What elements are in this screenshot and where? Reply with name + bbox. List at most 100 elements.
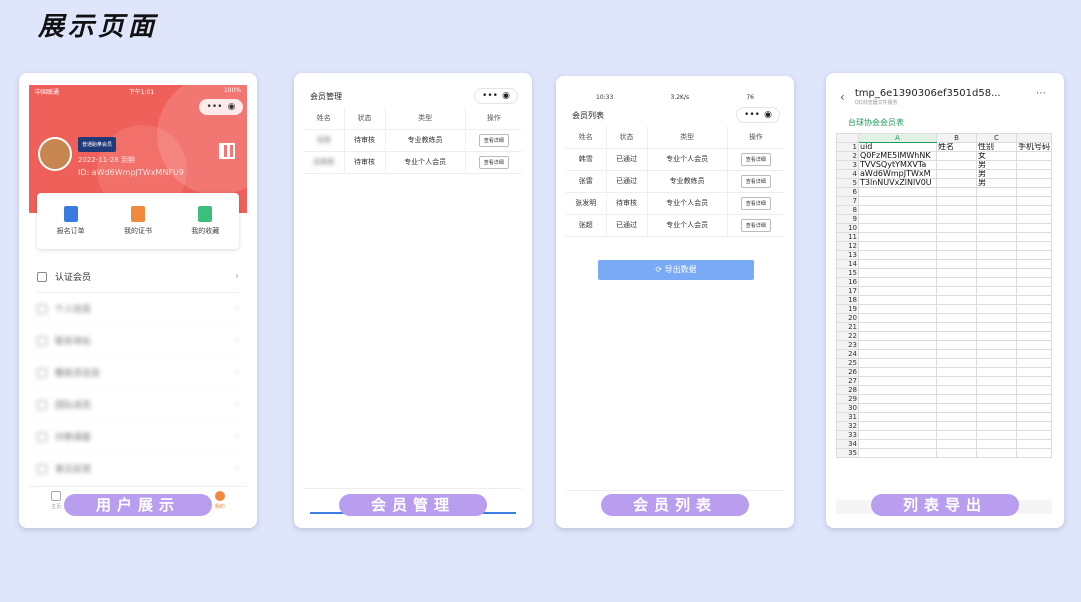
sheet-cell[interactable] xyxy=(858,250,937,260)
sheet-cell[interactable] xyxy=(976,304,1017,314)
sheet-cell[interactable] xyxy=(936,394,977,404)
sheet-cell[interactable] xyxy=(936,259,977,269)
row-number[interactable]: 32 xyxy=(836,421,859,431)
sheet-cell[interactable] xyxy=(976,394,1017,404)
sheet-cell[interactable] xyxy=(976,403,1017,413)
sheet-cell[interactable]: 女 xyxy=(976,151,1017,161)
close-circle-icon[interactable]: ◉ xyxy=(764,110,772,120)
sheet-cell[interactable] xyxy=(936,421,977,431)
row-number[interactable]: 31 xyxy=(836,412,859,422)
favorites-button[interactable]: 我的收藏 xyxy=(191,206,219,236)
sheet-cell[interactable] xyxy=(1016,322,1052,332)
sheet-cell[interactable] xyxy=(936,160,977,170)
sheet-cell[interactable] xyxy=(1016,277,1052,287)
avatar[interactable] xyxy=(38,137,72,171)
row-number[interactable]: 21 xyxy=(836,322,859,332)
sheet-cell[interactable] xyxy=(976,223,1017,233)
row-number[interactable]: 19 xyxy=(836,304,859,314)
sheet-cell[interactable] xyxy=(936,232,977,242)
sheet-cell[interactable] xyxy=(936,439,977,449)
sheet-cell[interactable] xyxy=(1016,205,1052,215)
sheet-cell[interactable] xyxy=(936,448,977,458)
sheet-cell[interactable] xyxy=(1016,412,1052,422)
sheet-cell[interactable] xyxy=(1016,241,1052,251)
row-number[interactable]: 11 xyxy=(836,232,859,242)
row-number[interactable]: 17 xyxy=(836,286,859,296)
row-number[interactable]: 25 xyxy=(836,358,859,368)
sheet-cell[interactable] xyxy=(976,250,1017,260)
orders-button[interactable]: 报名订单 xyxy=(57,206,85,236)
sheet-cell[interactable] xyxy=(1016,403,1052,413)
row-number[interactable]: 26 xyxy=(836,367,859,377)
sheet-cell[interactable] xyxy=(1016,223,1052,233)
sheet-cell[interactable] xyxy=(936,412,977,422)
sheet-cell[interactable] xyxy=(1016,439,1052,449)
more-icon[interactable]: ••• xyxy=(482,91,498,101)
sheet-cell[interactable] xyxy=(976,439,1017,449)
list-item-certified-member[interactable]: 认证会员 › xyxy=(37,261,239,293)
sheet-cell[interactable] xyxy=(858,394,937,404)
sheet-cell[interactable] xyxy=(1016,250,1052,260)
sheet-cell[interactable] xyxy=(936,214,977,224)
sheet-cell[interactable] xyxy=(1016,232,1052,242)
row-number[interactable]: 30 xyxy=(836,403,859,413)
sheet-cell[interactable] xyxy=(858,340,937,350)
sheet-cell[interactable] xyxy=(858,448,937,458)
sheet-cell[interactable] xyxy=(976,376,1017,386)
sheet-cell[interactable] xyxy=(1016,268,1052,278)
sheet-cell[interactable] xyxy=(858,331,937,341)
sheet-cell[interactable] xyxy=(1016,349,1052,359)
sheet-cell[interactable] xyxy=(976,241,1017,251)
sheet-cell[interactable] xyxy=(936,295,977,305)
sheet-cell[interactable] xyxy=(1016,313,1052,323)
sheet-cell[interactable] xyxy=(858,241,937,251)
row-number[interactable]: 1 xyxy=(836,142,859,152)
row-number[interactable]: 18 xyxy=(836,295,859,305)
sheet-cell[interactable] xyxy=(976,331,1017,341)
row-number[interactable]: 15 xyxy=(836,268,859,278)
list-item[interactable]: 个人信息 › xyxy=(37,293,239,325)
sheet-cell[interactable] xyxy=(936,223,977,233)
sheet-cell[interactable] xyxy=(936,313,977,323)
close-circle-icon[interactable]: ◉ xyxy=(228,102,236,112)
sheet-cell[interactable] xyxy=(936,169,977,179)
sheet-cell[interactable] xyxy=(976,448,1017,458)
list-item[interactable]: 意见反馈 › xyxy=(37,453,239,485)
sheet-cell[interactable]: uid xyxy=(858,142,937,152)
sheet-cell[interactable] xyxy=(1016,259,1052,269)
sheet-cell[interactable] xyxy=(1016,295,1052,305)
sheet-cell[interactable] xyxy=(858,304,937,314)
sheet-cell[interactable] xyxy=(858,412,937,422)
sheet-cell[interactable] xyxy=(858,259,937,269)
view-details-button[interactable]: 查看详细 xyxy=(740,196,771,210)
sheet-cell[interactable] xyxy=(1016,160,1052,170)
sheet-cell[interactable] xyxy=(858,286,937,296)
sheet-cell[interactable] xyxy=(976,205,1017,215)
close-circle-icon[interactable]: ◉ xyxy=(502,91,510,101)
row-number[interactable]: 27 xyxy=(836,376,859,386)
sheet-cell[interactable] xyxy=(858,268,937,278)
sheet-cell[interactable] xyxy=(936,286,977,296)
sheet-cell[interactable] xyxy=(936,241,977,251)
row-number[interactable]: 7 xyxy=(836,196,859,206)
sheet-cell[interactable] xyxy=(936,403,977,413)
sheet-cell[interactable] xyxy=(976,268,1017,278)
sheet-cell[interactable] xyxy=(976,214,1017,224)
sheet-cell[interactable] xyxy=(976,349,1017,359)
export-data-button[interactable]: ⟳ 导出数据 xyxy=(598,260,754,280)
certificates-button[interactable]: 我的证书 xyxy=(124,206,152,236)
sheet-cell[interactable] xyxy=(976,421,1017,431)
column-header[interactable]: A xyxy=(858,133,937,143)
sheet-cell[interactable]: 男 xyxy=(976,169,1017,179)
sheet-cell[interactable] xyxy=(936,385,977,395)
sheet-cell[interactable] xyxy=(976,412,1017,422)
row-number[interactable]: 6 xyxy=(836,187,859,197)
sheet-cell[interactable] xyxy=(858,196,937,206)
column-header[interactable]: B xyxy=(936,133,977,143)
sheet-cell[interactable] xyxy=(858,223,937,233)
sheet-cell[interactable] xyxy=(1016,385,1052,395)
row-number[interactable]: 2 xyxy=(836,151,859,161)
list-item[interactable]: 教练员信息 › xyxy=(37,357,239,389)
sheet-cell[interactable]: TVVSQytYMXVTa xyxy=(858,160,937,170)
view-details-button[interactable]: 查看详细 xyxy=(740,174,771,188)
